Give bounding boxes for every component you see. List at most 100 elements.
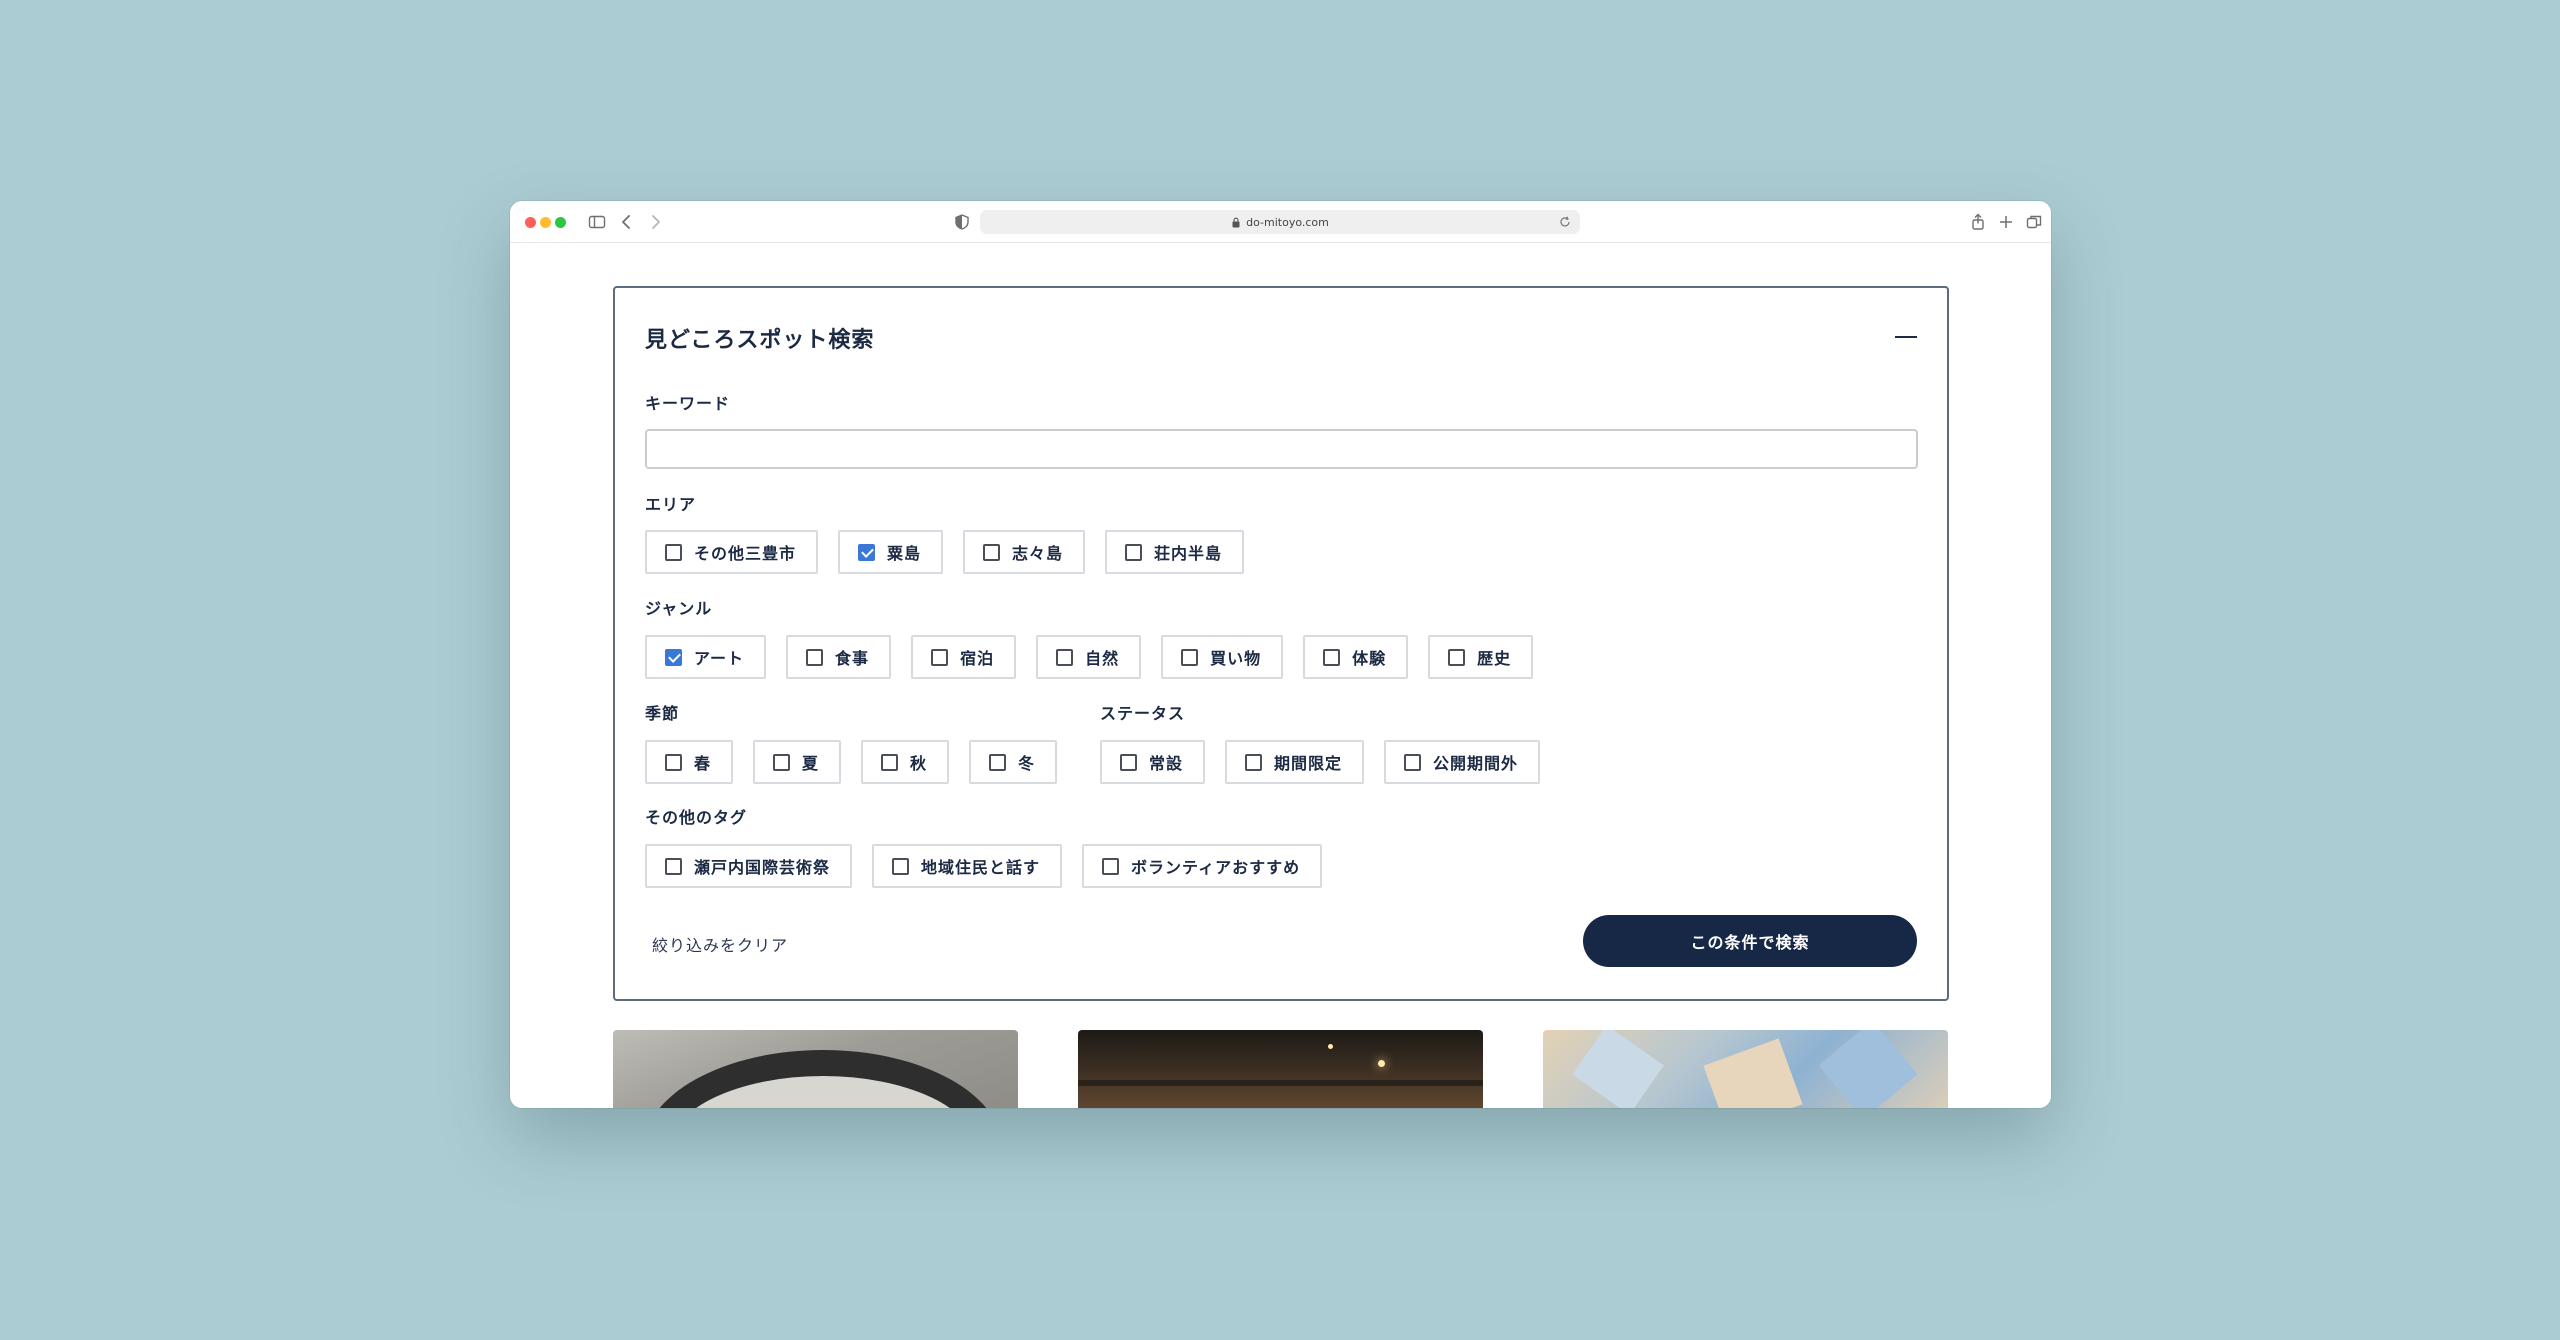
checkbox-icon[interactable] xyxy=(983,543,1001,561)
clear-filters-link[interactable]: 絞り込みをクリア xyxy=(652,932,788,956)
tags-label: その他のタグ xyxy=(645,808,748,827)
area-options: その他三豊市 粟島 志々島 荘内半島 xyxy=(645,530,1245,574)
back-icon[interactable] xyxy=(616,211,638,233)
checkbox-label: その他三豊市 xyxy=(694,544,797,563)
checkbox-area-option[interactable]: 志々島 xyxy=(963,530,1086,574)
checkbox-icon[interactable] xyxy=(1056,648,1074,666)
checkbox-icon[interactable] xyxy=(892,857,910,875)
season-label: 季節 xyxy=(645,704,680,723)
checkbox-checked-icon[interactable] xyxy=(858,543,876,561)
checkbox-icon[interactable] xyxy=(665,857,682,875)
reload-icon[interactable] xyxy=(1558,215,1572,229)
checkbox-genre-option[interactable]: アート xyxy=(645,635,767,679)
spot-card-image[interactable] xyxy=(613,1030,1018,1108)
minimize-window-button[interactable] xyxy=(540,217,551,228)
checkbox-label: アート xyxy=(694,649,745,668)
checkbox-icon[interactable] xyxy=(1323,648,1341,666)
checkbox-label: 春 xyxy=(694,754,712,773)
checkbox-status-option[interactable]: 公開期間外 xyxy=(1384,740,1541,784)
checkbox-genre-option[interactable]: 体験 xyxy=(1303,635,1409,679)
lock-icon xyxy=(1231,217,1241,228)
checkbox-icon[interactable] xyxy=(1102,857,1120,875)
browser-window: do-mitoyo.com 見どころスポット検索 キーワード エリア その他三豊… xyxy=(510,201,2051,1108)
keyword-input[interactable] xyxy=(645,429,1918,469)
sidebar-icon[interactable] xyxy=(586,211,608,233)
checkbox-genre-option[interactable]: 宿泊 xyxy=(911,635,1017,679)
checkbox-label: 食事 xyxy=(835,649,870,668)
collapse-icon[interactable] xyxy=(1895,336,1917,338)
checkbox-season-option[interactable]: 春 xyxy=(645,740,734,784)
search-button[interactable]: この条件で検索 xyxy=(1583,915,1917,967)
page-content: 見どころスポット検索 キーワード エリア その他三豊市 粟島 志々島 荘内半島 ジャン… xyxy=(510,244,2051,1108)
tab-overview-icon[interactable] xyxy=(2023,211,2045,233)
checkbox-label: 地域住民と話す xyxy=(921,858,1041,877)
spot-search-panel: 見どころスポット検索 キーワード エリア その他三豊市 粟島 志々島 荘内半島 ジャン… xyxy=(613,286,1949,1001)
panel-title: 見どころスポット検索 xyxy=(645,328,875,353)
checkbox-icon[interactable] xyxy=(806,648,824,666)
checkbox-icon[interactable] xyxy=(931,648,949,666)
address-bar[interactable]: do-mitoyo.com xyxy=(980,210,1580,234)
checkbox-status-option[interactable]: 期間限定 xyxy=(1225,740,1365,784)
checkbox-checked-icon[interactable] xyxy=(665,648,682,666)
checkbox-icon[interactable] xyxy=(773,753,791,771)
checkbox-area-option[interactable]: 荘内半島 xyxy=(1105,530,1245,574)
checkbox-tags-option[interactable]: 瀬戸内国際芸術祭 xyxy=(645,844,853,888)
checkbox-season-option[interactable]: 冬 xyxy=(969,740,1058,784)
checkbox-genre-option[interactable]: 買い物 xyxy=(1161,635,1284,679)
new-tab-icon[interactable] xyxy=(1995,211,2017,233)
checkbox-label: 粟島 xyxy=(887,544,922,563)
checkbox-status-option[interactable]: 常設 xyxy=(1100,740,1206,784)
checkbox-genre-option[interactable]: 歴史 xyxy=(1428,635,1534,679)
checkbox-icon[interactable] xyxy=(881,753,899,771)
checkbox-icon[interactable] xyxy=(1448,648,1466,666)
checkbox-icon[interactable] xyxy=(1181,648,1199,666)
checkbox-genre-option[interactable]: 食事 xyxy=(786,635,892,679)
checkbox-icon[interactable] xyxy=(1404,753,1422,771)
status-options: 常設 期間限定 公開期間外 xyxy=(1100,740,1541,784)
checkbox-label: 冬 xyxy=(1018,754,1036,773)
checkbox-tags-option[interactable]: 地域住民と話す xyxy=(872,844,1063,888)
share-icon[interactable] xyxy=(1967,211,1989,233)
url-text: do-mitoyo.com xyxy=(1246,215,1329,229)
spot-card-image[interactable] xyxy=(1078,1030,1483,1108)
checkbox-label: 買い物 xyxy=(1210,649,1262,668)
browser-toolbar: do-mitoyo.com xyxy=(510,201,2051,243)
checkbox-label: ボランティアおすすめ xyxy=(1131,858,1301,877)
tag-options: 瀬戸内国際芸術祭 地域住民と話す ボランティアおすすめ xyxy=(645,844,1323,888)
season-options: 春夏秋冬 xyxy=(645,740,1058,784)
forward-icon[interactable] xyxy=(644,211,666,233)
checkbox-label: 宿泊 xyxy=(960,649,995,668)
checkbox-label: 公開期間外 xyxy=(1433,754,1519,773)
checkbox-label: 瀬戸内国際芸術祭 xyxy=(694,858,831,877)
genre-label: ジャンル xyxy=(645,599,713,618)
status-label: ステータス xyxy=(1100,704,1186,723)
checkbox-label: 常設 xyxy=(1149,754,1184,773)
checkbox-area-option[interactable]: 粟島 xyxy=(838,530,944,574)
checkbox-label: 自然 xyxy=(1085,649,1120,668)
checkbox-label: 夏 xyxy=(802,754,820,773)
checkbox-season-option[interactable]: 秋 xyxy=(861,740,950,784)
checkbox-tags-option[interactable]: ボランティアおすすめ xyxy=(1082,844,1323,888)
checkbox-season-option[interactable]: 夏 xyxy=(753,740,842,784)
checkbox-icon[interactable] xyxy=(665,753,682,771)
checkbox-area-option[interactable]: その他三豊市 xyxy=(645,530,819,574)
keyword-label: キーワード xyxy=(645,394,731,413)
checkbox-icon[interactable] xyxy=(665,543,682,561)
checkbox-label: 志々島 xyxy=(1012,544,1064,563)
checkbox-label: 歴史 xyxy=(1477,649,1512,668)
spot-card-image[interactable] xyxy=(1543,1030,1948,1108)
checkbox-label: 期間限定 xyxy=(1274,754,1343,773)
zoom-window-button[interactable] xyxy=(555,217,566,228)
checkbox-icon[interactable] xyxy=(1125,543,1143,561)
genre-options: アート 食事 宿泊 自然 買い物 体験 歴史 xyxy=(645,635,1534,679)
shield-icon[interactable] xyxy=(951,211,973,233)
checkbox-icon[interactable] xyxy=(989,753,1007,771)
checkbox-label: 秋 xyxy=(910,754,928,773)
checkbox-genre-option[interactable]: 自然 xyxy=(1036,635,1142,679)
checkbox-icon[interactable] xyxy=(1245,753,1263,771)
checkbox-icon[interactable] xyxy=(1120,753,1137,771)
close-window-button[interactable] xyxy=(525,217,536,228)
checkbox-label: 体験 xyxy=(1352,649,1387,668)
area-label: エリア xyxy=(645,495,697,514)
checkbox-label: 荘内半島 xyxy=(1154,544,1223,563)
